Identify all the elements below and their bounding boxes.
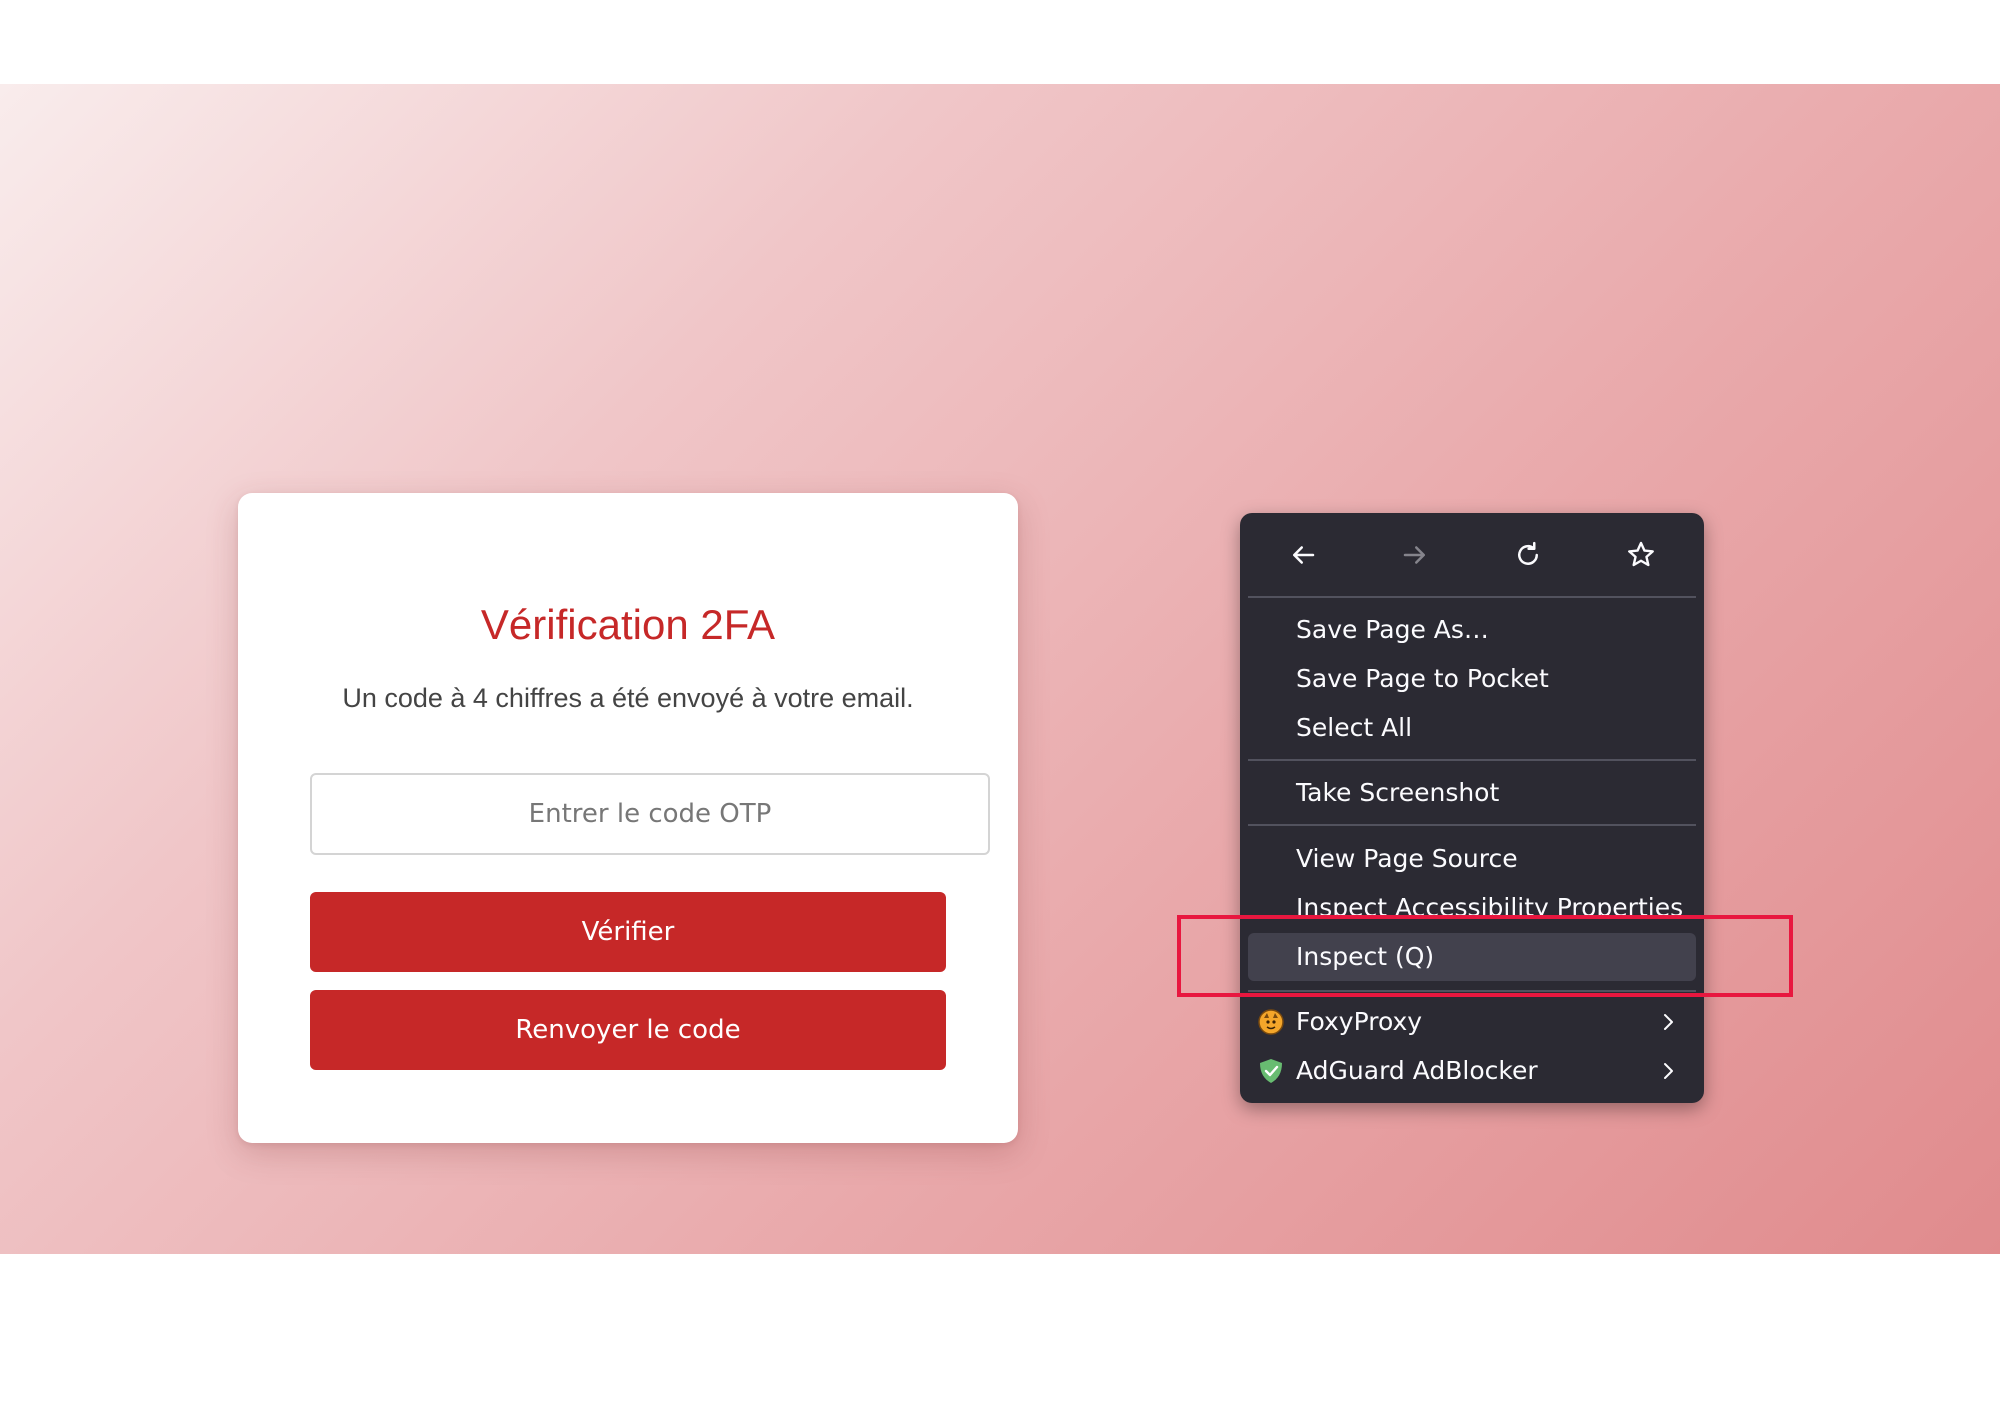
verify-button[interactable]: Vérifier	[310, 892, 946, 972]
otp-input[interactable]	[310, 773, 990, 855]
menu-item-label: AdGuard AdBlocker	[1296, 1056, 1538, 1085]
bookmark-star-icon	[1628, 541, 1654, 567]
adguard-shield-icon	[1260, 1059, 1282, 1083]
menu-item-foxyproxy[interactable]: FoxyProxy	[1248, 998, 1696, 1046]
menu-item-save-page-as[interactable]: Save Page As…	[1248, 606, 1696, 654]
foxyproxy-icon	[1258, 1009, 1284, 1035]
reload-icon	[1518, 541, 1538, 565]
menu-item-adguard[interactable]: AdGuard AdBlocker	[1248, 1047, 1696, 1095]
forward-button[interactable]	[1387, 531, 1443, 579]
forward-arrow-icon	[1403, 546, 1425, 564]
menu-item-label: Take Screenshot	[1296, 778, 1500, 807]
menu-item-take-screenshot[interactable]: Take Screenshot	[1248, 769, 1696, 817]
menu-item-select-all[interactable]: Select All	[1248, 704, 1696, 752]
card-subtitle: Un code à 4 chiffres a été envoyé à votr…	[342, 683, 914, 713]
chevron-right-icon	[1664, 1063, 1673, 1079]
menu-item-save-to-pocket[interactable]: Save Page to Pocket	[1248, 655, 1696, 703]
resend-code-button[interactable]: Renvoyer le code	[310, 990, 946, 1070]
bookmark-button[interactable]	[1613, 531, 1669, 579]
menu-item-label: Save Page to Pocket	[1296, 664, 1549, 693]
menu-item-label: Select All	[1296, 713, 1413, 742]
verification-card: Vérification 2FA Un code à 4 chiffres a …	[238, 493, 1018, 1143]
context-menu: Save Page As… Save Page to Pocket Select…	[1240, 513, 1704, 1103]
reload-button[interactable]	[1500, 531, 1556, 579]
back-button[interactable]	[1275, 531, 1331, 579]
back-arrow-icon	[1293, 546, 1315, 564]
menu-item-label: FoxyProxy	[1296, 1007, 1423, 1036]
menu-separator	[1248, 596, 1696, 598]
chevron-right-icon	[1664, 1014, 1673, 1030]
annotation-highlight-box	[1177, 915, 1793, 997]
card-title: Vérification 2FA	[480, 601, 776, 648]
page-viewport: Vérification 2FA Un code à 4 chiffres a …	[0, 84, 2000, 1254]
menu-item-label: Inspect Accessibility Properties	[1296, 893, 1684, 916]
menu-item-inspect-accessibility[interactable]: Inspect Accessibility Properties	[1248, 876, 1696, 916]
menu-separator	[1248, 824, 1696, 826]
context-menu-nav-row	[1240, 513, 1704, 597]
menu-item-label: Save Page As…	[1296, 615, 1489, 644]
menu-separator	[1248, 759, 1696, 761]
